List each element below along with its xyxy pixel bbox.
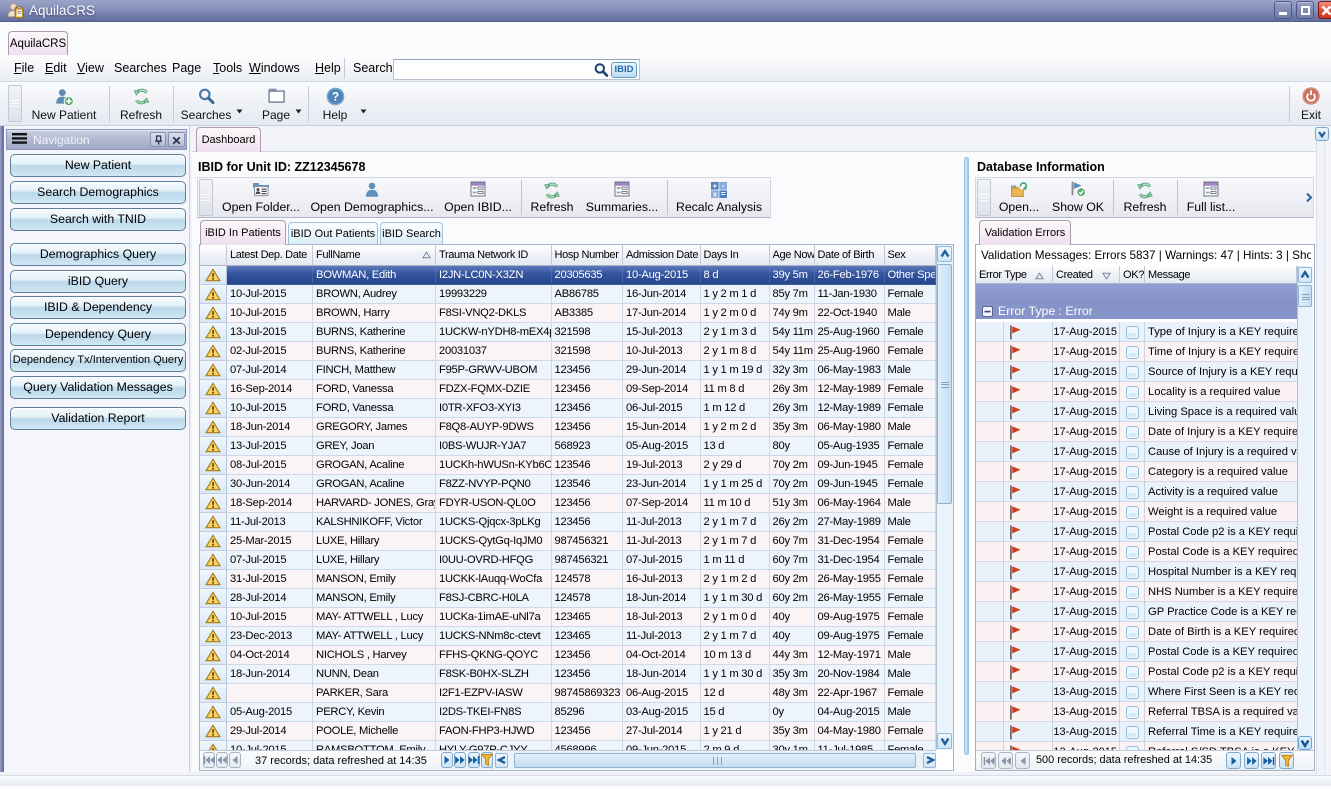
svg-text:?: ?	[332, 90, 339, 104]
svg-text:=: =	[721, 189, 726, 199]
